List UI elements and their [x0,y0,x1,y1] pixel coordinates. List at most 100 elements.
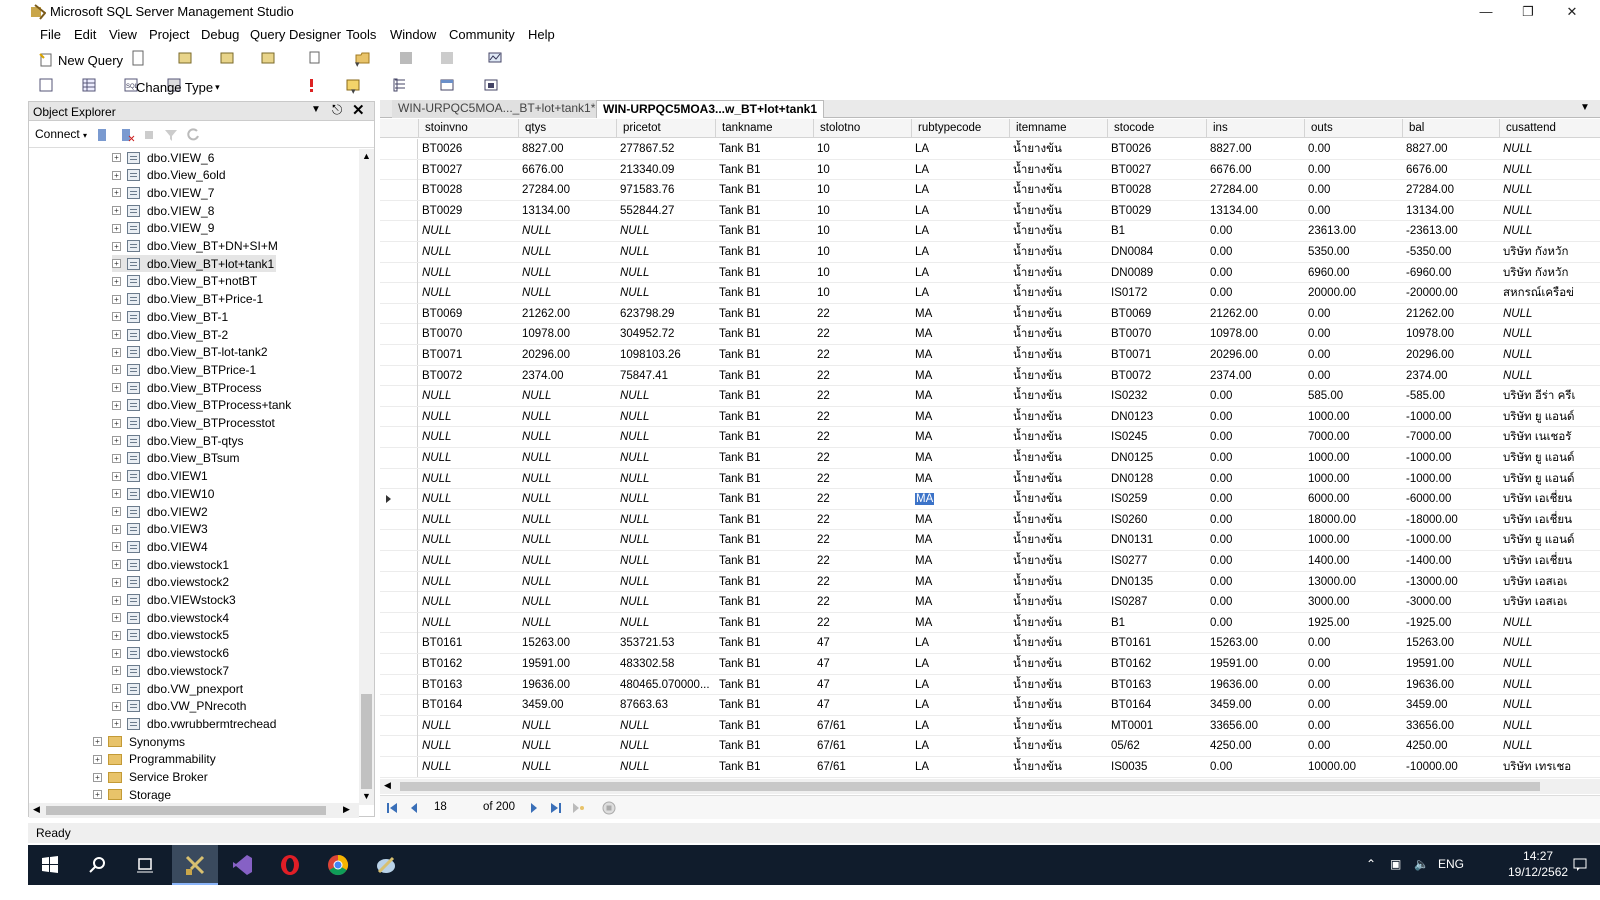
table-row[interactable]: NULL NULL NULL Tank B1 22 MA น้ำยางข้น DN0135 0.… [380,571,1600,593]
table-cell[interactable]: น้ำยางข้น [1009,345,1107,365]
table-cell[interactable]: 05/62 [1107,736,1206,756]
table-cell[interactable]: Tank B1 [715,592,813,612]
table-cell[interactable]: บริษัท ยู แอนด์ [1499,530,1600,550]
table-cell[interactable]: 6000.00 [1304,489,1402,509]
table-cell[interactable]: น้ำยางข้น [1009,448,1107,468]
grid-horizontal-scrollbar[interactable]: ◀ [380,779,1600,794]
menu-view[interactable]: View [109,27,137,42]
row-selector[interactable] [380,345,418,365]
expand-icon[interactable]: + [112,400,121,410]
table-cell[interactable]: 22 [813,613,911,633]
row-selector[interactable] [380,386,418,407]
table-row[interactable]: NULL NULL NULL Tank B1 22 MA น้ำยางข้น DN0125 0.… [380,448,1600,469]
activity-monitor-icon[interactable] [487,50,503,66]
table-cell[interactable]: NULL [518,386,616,406]
table-cell[interactable]: 10 [813,160,911,180]
tree-item[interactable]: + dbo.viewstock2 [112,574,229,591]
column-header[interactable]: ins [1206,119,1304,138]
table-cell[interactable]: บริษัท เอสเอเ [1499,572,1600,592]
table-cell[interactable]: NULL [616,386,715,406]
table-row[interactable]: NULL NULL NULL Tank B1 22 MA น้ำยางข้น DN0131 0.… [380,530,1600,551]
table-cell[interactable]: 5350.00 [1304,242,1402,262]
row-selector[interactable] [380,448,418,468]
table-cell[interactable]: 0.00 [1206,448,1304,468]
table-cell[interactable]: NULL [418,386,518,406]
table-cell[interactable]: น้ำยางข้น [1009,716,1107,736]
table-cell[interactable]: 585.00 [1304,386,1402,406]
table-cell[interactable]: Tank B1 [715,675,813,695]
row-selector[interactable] [380,674,418,695]
row-selector[interactable] [380,262,418,283]
table-cell[interactable]: NULL [616,592,715,612]
table-cell[interactable]: 3459.00 [518,695,616,715]
minimize-button[interactable]: — [1472,2,1500,22]
table-cell[interactable]: DN0125 [1107,448,1206,468]
table-cell[interactable]: IS0172 [1107,283,1206,303]
tree-item[interactable]: + dbo.View_BTProcess+tank [112,397,291,414]
table-cell[interactable]: LA [911,757,1009,777]
ssms-taskbar-button[interactable] [172,845,218,885]
table-cell[interactable]: น้ำยางข้น [1009,551,1107,571]
table-cell[interactable]: 8827.00 [1402,139,1499,159]
table-cell[interactable]: 15263.00 [1206,633,1304,653]
table-cell[interactable]: Tank B1 [715,551,813,571]
table-cell[interactable]: น้ำยางข้น [1009,221,1107,241]
table-cell[interactable]: บริษัท เนเชอรั [1499,427,1600,447]
tree-item[interactable]: + dbo.VW_PNrecoth [112,698,246,715]
table-cell[interactable]: น้ำยางข้น [1009,613,1107,633]
table-cell[interactable]: 0.00 [1206,551,1304,571]
table-row[interactable]: BT0029 13134.00 552844.27 Tank B1 10 LA น้ำยาง… [380,200,1600,222]
table-cell[interactable]: BT0161 [418,633,518,653]
table-cell[interactable]: NULL [418,613,518,633]
tree-item[interactable]: + dbo.VW_pnexport [112,680,243,697]
table-cell[interactable]: MA [911,427,1009,447]
column-header[interactable]: tankname [715,119,813,138]
scrollbar-thumb[interactable] [46,806,326,815]
next-record-icon[interactable] [528,802,540,814]
table-cell[interactable]: MA [911,572,1009,592]
table-cell[interactable]: -13000.00 [1402,572,1499,592]
scrollbar-thumb[interactable] [400,782,1540,791]
execute-sql-icon[interactable] [303,77,319,93]
table-cell[interactable]: 0.00 [1304,716,1402,736]
table-cell[interactable]: 971583.76 [616,180,715,200]
table-cell[interactable]: MA [911,386,1009,406]
table-row[interactable]: BT0026 8827.00 277867.52 Tank B1 10 LA น้ำยางข… [380,139,1600,160]
visual-studio-icon[interactable] [230,853,254,877]
table-cell[interactable]: 353721.53 [616,633,715,653]
table-cell[interactable]: MA [911,304,1009,324]
table-cell[interactable]: LA [911,283,1009,303]
table-cell[interactable]: 0.00 [1206,386,1304,406]
current-record-input[interactable]: 18 [434,801,447,813]
table-cell[interactable]: NULL [518,572,616,592]
table-row[interactable]: NULL NULL NULL Tank B1 22 MA น้ำยางข้น DN0123 0.… [380,406,1600,428]
connect-server-icon[interactable] [95,127,111,143]
table-cell[interactable]: -585.00 [1402,386,1499,406]
table-row[interactable]: NULL NULL NULL Tank B1 10 LA น้ำยางข้น DN0084 0.… [380,242,1600,263]
table-cell[interactable]: NULL [418,489,518,509]
table-cell[interactable]: 1925.00 [1304,613,1402,633]
row-selector[interactable] [380,530,418,551]
table-cell[interactable]: 21262.00 [518,304,616,324]
table-cell[interactable]: NULL [418,530,518,550]
table-row[interactable]: NULL NULL NULL Tank B1 22 MA น้ำยางข้น DN0128 0.… [380,468,1600,490]
row-selector[interactable] [380,324,418,345]
table-cell[interactable]: MA [911,366,1009,386]
table-cell[interactable]: 480465.070000... [616,675,715,695]
mdx-query-icon[interactable] [260,50,276,66]
table-cell[interactable]: 0.00 [1206,263,1304,283]
stop-navigation-icon[interactable] [602,801,616,815]
change-type-dropdown[interactable]: Change Type ▾ [136,77,220,97]
expand-icon[interactable]: + [112,524,121,534]
table-cell[interactable]: Tank B1 [715,345,813,365]
row-selector[interactable] [380,221,418,242]
table-cell[interactable]: 27284.00 [1206,180,1304,200]
table-cell[interactable]: 0.00 [1304,654,1402,674]
table-cell[interactable]: น้ำยางข้น [1009,427,1107,447]
table-cell[interactable]: B1 [1107,613,1206,633]
table-cell[interactable]: น้ำยางข้น [1009,304,1107,324]
table-cell[interactable]: บริษัท กังหวัก [1499,263,1600,283]
table-cell[interactable]: น้ำยางข้น [1009,757,1107,777]
expand-icon[interactable]: + [112,223,121,233]
table-row[interactable]: NULL NULL NULL Tank B1 22 MA น้ำยางข้น B1 0.00 19… [380,612,1600,634]
